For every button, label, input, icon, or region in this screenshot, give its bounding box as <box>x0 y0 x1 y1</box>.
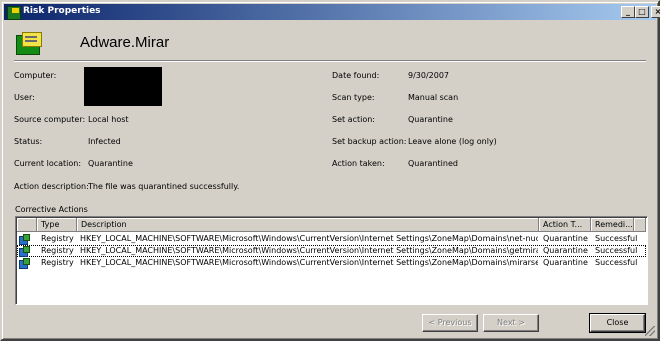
table-row[interactable]: Registry HKEY_LOCAL_MACHINE\SOFTWARE\Mic… <box>17 245 646 257</box>
source-computer-label: Source computer: <box>14 115 86 124</box>
action-taken-label: Action taken: <box>332 159 385 168</box>
close-window-button[interactable]: × <box>651 6 660 18</box>
row-type: Registry <box>41 246 74 255</box>
risk-icon <box>16 32 42 55</box>
status-value: Infected <box>88 137 121 146</box>
risk-properties-window: Risk Properties _ □ × Adware.Mirar Compu… <box>0 0 660 341</box>
user-label: User: <box>14 93 35 102</box>
scan-type-label: Scan type: <box>332 93 375 102</box>
resize-grip-icon[interactable] <box>645 326 655 336</box>
row-remediation: Successful <box>595 234 638 243</box>
row-description: HKEY_LOCAL_MACHINE\SOFTWARE\Microsoft\Wi… <box>80 234 538 243</box>
title-bar[interactable]: Risk Properties _ □ × <box>4 4 660 20</box>
date-found-value: 9/30/2007 <box>408 71 450 80</box>
registry-icon <box>19 258 30 269</box>
row-description: HKEY_LOCAL_MACHINE\SOFTWARE\Microsoft\Wi… <box>80 258 538 267</box>
close-button[interactable]: Close <box>589 313 646 333</box>
source-computer-value: Local host <box>88 115 129 124</box>
action-taken-value: Quarantined <box>408 159 458 168</box>
table-row[interactable]: Registry HKEY_LOCAL_MACHINE\SOFTWARE\Mic… <box>17 233 646 245</box>
maximize-button[interactable]: □ <box>635 6 649 18</box>
next-button[interactable]: Next > <box>483 314 539 332</box>
status-label: Status: <box>14 137 43 146</box>
column-header-remediation[interactable]: Remedi... <box>591 218 634 232</box>
corrective-actions-list[interactable]: Type Description Action T... Remedi... R… <box>15 216 648 305</box>
table-row[interactable]: Registry HKEY_LOCAL_MACHINE\SOFTWARE\Mic… <box>17 257 646 269</box>
current-location-value: Quarantine <box>88 159 133 168</box>
row-type: Registry <box>41 258 74 267</box>
set-backup-action-value: Leave alone (log only) <box>408 137 497 146</box>
action-description-value: The file was quarantined successfully. <box>88 182 240 191</box>
date-found-label: Date found: <box>332 71 380 80</box>
row-remediation: Successful <box>595 246 638 255</box>
redacted-computer-user <box>84 67 162 106</box>
scan-type-value: Manual scan <box>408 93 459 102</box>
header-divider <box>14 60 646 62</box>
set-action-value: Quarantine <box>408 115 453 124</box>
set-action-label: Set action: <box>332 115 375 124</box>
row-remediation: Successful <box>595 258 638 267</box>
column-header-filler <box>634 218 646 232</box>
previous-button[interactable]: < Previous <box>422 314 478 332</box>
registry-icon <box>19 246 30 257</box>
row-description: HKEY_LOCAL_MACHINE\SOFTWARE\Microsoft\Wi… <box>80 246 538 255</box>
row-type: Registry <box>41 234 74 243</box>
app-icon <box>7 6 21 20</box>
computer-label: Computer: <box>14 71 57 80</box>
list-header: Type Description Action T... Remedi... <box>17 218 646 232</box>
action-description-label: Action description: <box>14 182 89 191</box>
set-backup-action-label: Set backup action: <box>332 137 407 146</box>
row-action: Quarantine <box>543 258 588 267</box>
corrective-actions-label: Corrective Actions <box>15 205 88 214</box>
column-header-description[interactable]: Description <box>77 218 539 232</box>
row-action: Quarantine <box>543 234 588 243</box>
registry-icon <box>19 234 30 245</box>
row-action: Quarantine <box>543 246 588 255</box>
column-header-action-taken[interactable]: Action T... <box>539 218 591 232</box>
minimize-button[interactable]: _ <box>621 6 635 18</box>
risk-name: Adware.Mirar <box>80 34 170 51</box>
window-title: Risk Properties <box>23 6 101 16</box>
current-location-label: Current location: <box>14 159 82 168</box>
column-header-icon[interactable] <box>17 218 37 232</box>
column-header-type[interactable]: Type <box>37 218 77 232</box>
